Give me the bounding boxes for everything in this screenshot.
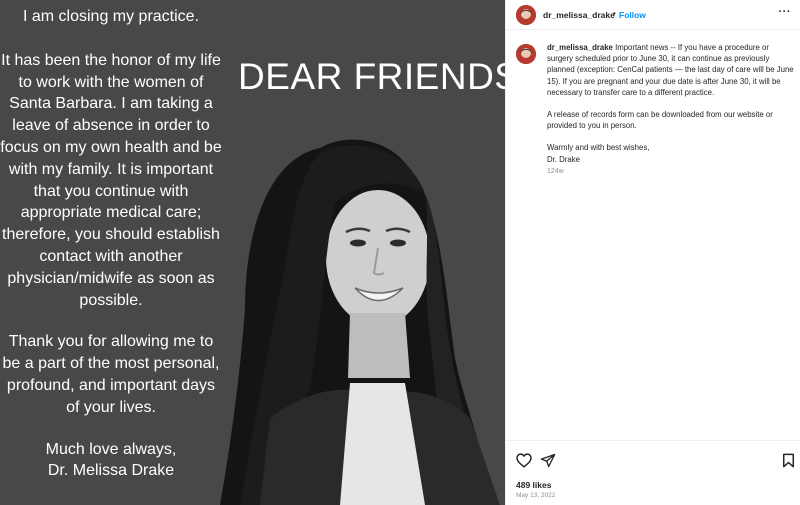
caption-text: A release of records form can be downloa… xyxy=(547,110,773,131)
letter-text: I am closing my practice. It has been th… xyxy=(0,6,222,482)
bookmark-icon[interactable] xyxy=(782,453,795,473)
letter-headline: DEAR FRIENDS, xyxy=(238,56,505,97)
portrait-photo xyxy=(220,139,500,505)
letter-paragraph: It has been the honor of my life to work… xyxy=(0,51,222,309)
post-image: I am closing my practice. It has been th… xyxy=(0,0,505,505)
caption-time-ago[interactable]: 124w xyxy=(547,168,564,175)
post-actions: 489 likes May 13, 2022 xyxy=(506,440,800,505)
heart-icon[interactable] xyxy=(516,453,532,473)
avatar[interactable] xyxy=(516,44,536,64)
avatar[interactable] xyxy=(516,5,536,25)
likes-count[interactable]: 489 likes xyxy=(516,480,551,490)
letter-signature: Dr. Melissa Drake xyxy=(47,462,175,480)
separator-dot: • xyxy=(613,9,616,18)
caption-signature: Dr. Drake xyxy=(547,154,580,164)
post-caption: dr_melissa_drake Important news -- If yo… xyxy=(547,42,794,165)
more-options-icon[interactable]: ··· xyxy=(779,6,792,18)
post-side-panel: dr_melissa_drake • Follow ··· dr_melissa… xyxy=(505,0,800,505)
letter-closing: Much love always, xyxy=(45,440,177,458)
letter-paragraph: Thank you for allowing me to be a part o… xyxy=(2,333,220,416)
caption-username-link[interactable]: dr_melissa_drake xyxy=(547,43,613,52)
post-date: May 13, 2022 xyxy=(516,492,556,499)
post-header: dr_melissa_drake • Follow ··· xyxy=(506,0,800,30)
caption-text: Warmly and with best wishes, xyxy=(547,143,650,153)
follow-button[interactable]: Follow xyxy=(619,10,646,20)
share-icon[interactable] xyxy=(540,453,556,473)
username-link[interactable]: dr_melissa_drake xyxy=(543,10,615,20)
letter-opening: I am closing my practice. xyxy=(22,8,200,25)
